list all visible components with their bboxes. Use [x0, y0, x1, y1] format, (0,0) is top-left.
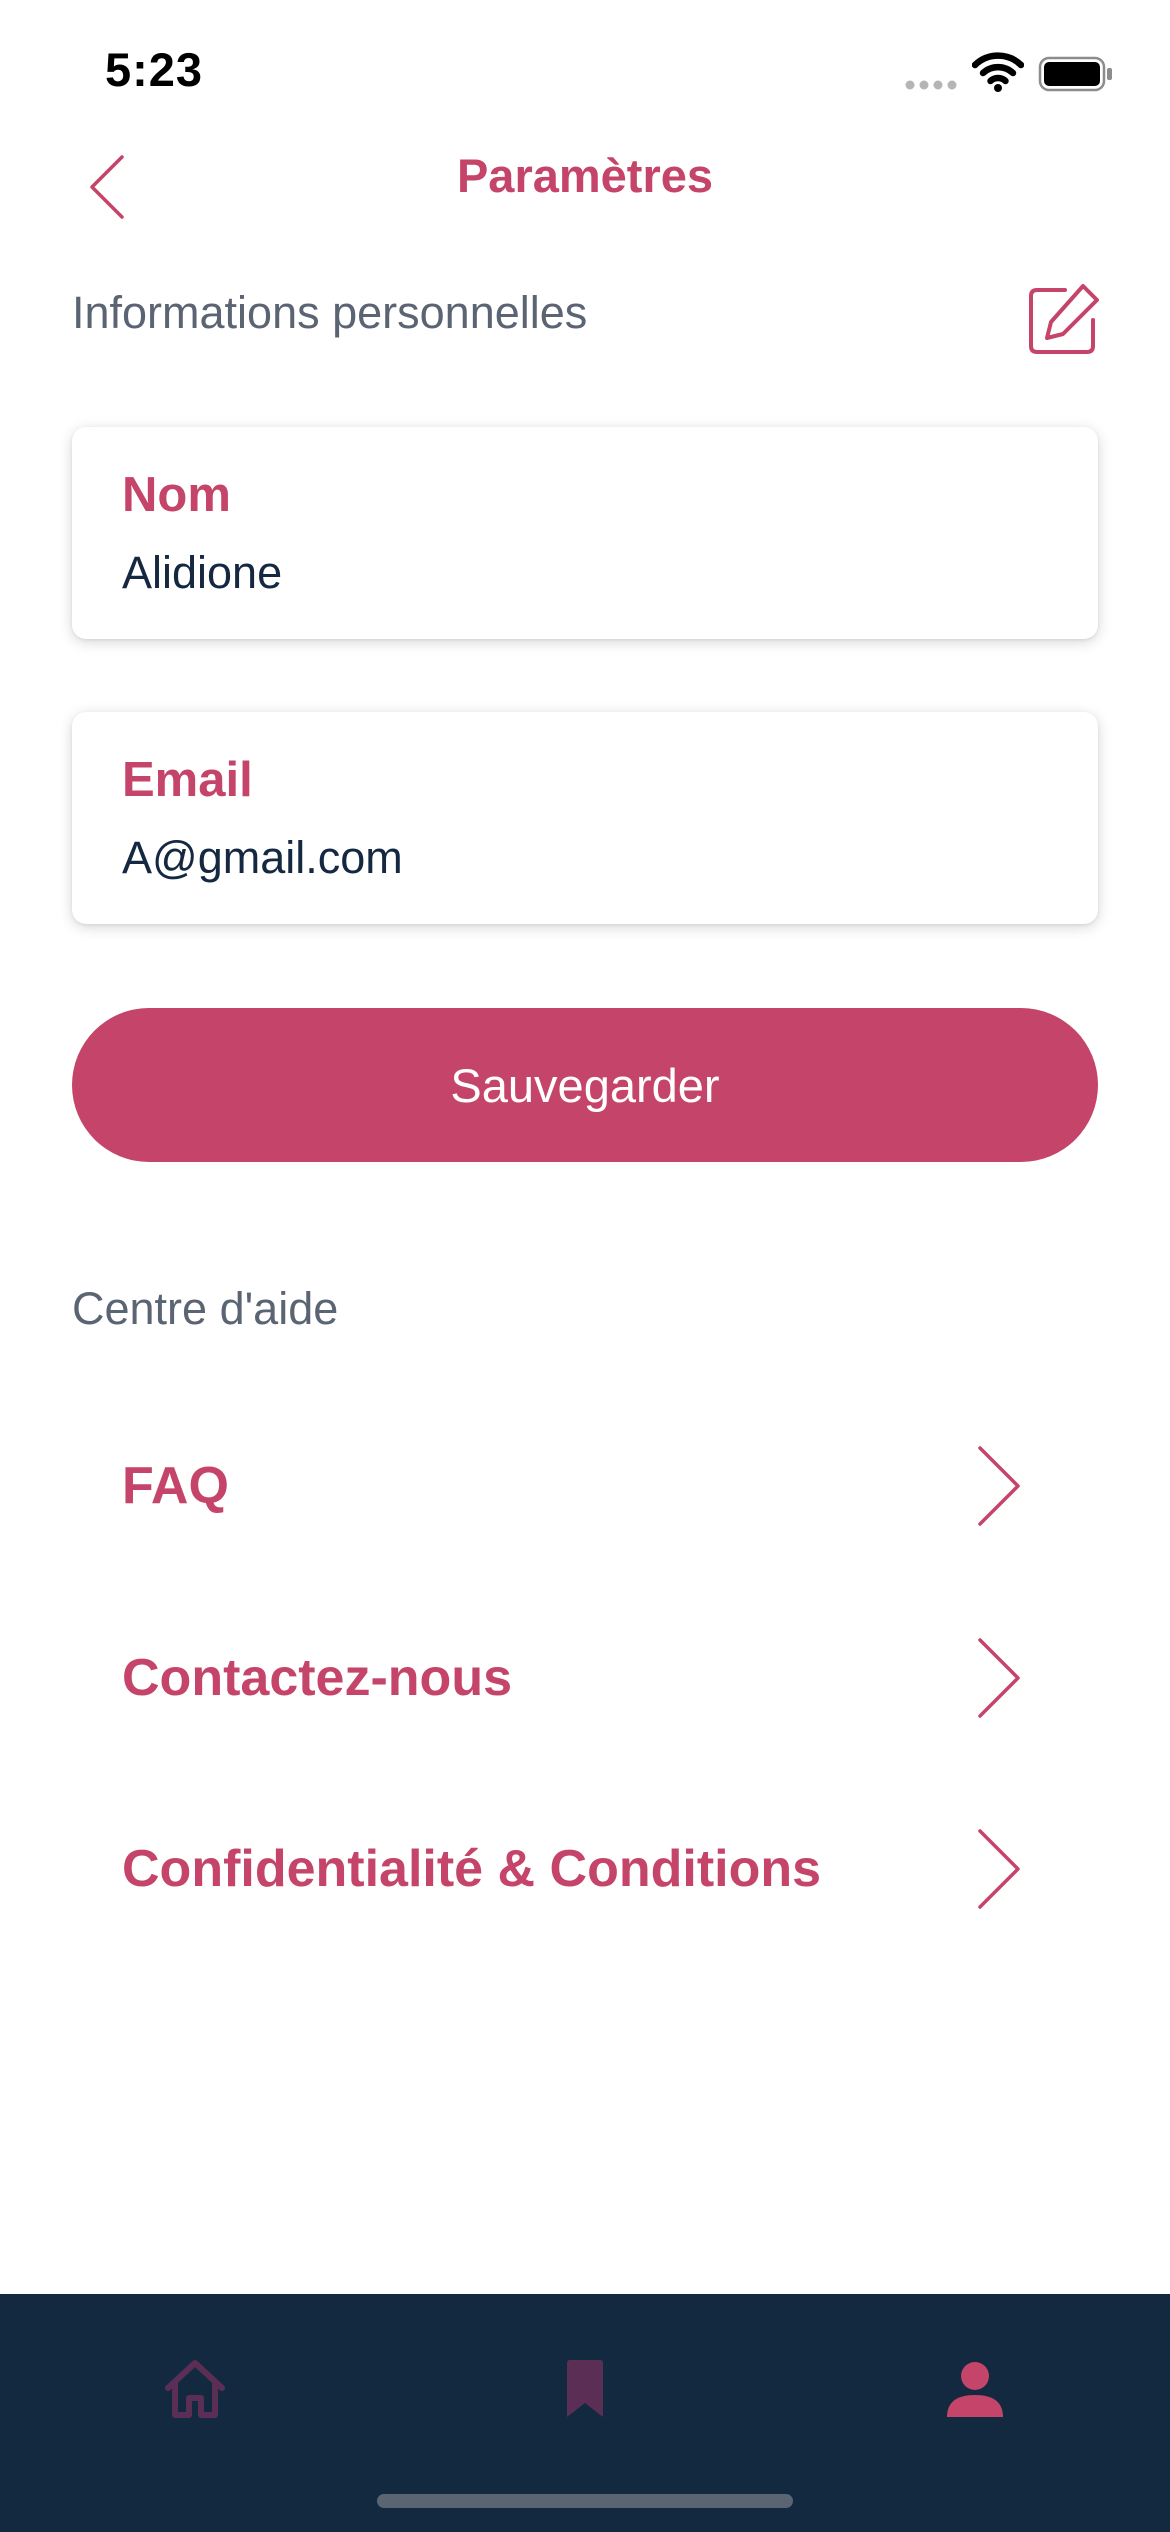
save-button[interactable]: Sauvegarder [72, 1008, 1098, 1162]
status-time: 5:23 [105, 43, 204, 96]
edit-button[interactable] [1025, 282, 1101, 358]
help-item-contact[interactable]: Contactez-nous [72, 1602, 1098, 1752]
profile-icon [947, 2362, 1003, 2417]
help-center-section-label: Centre d'aide [72, 1283, 339, 1334]
home-indicator [377, 2494, 793, 2508]
header: Paramètres [0, 130, 1170, 230]
battery-icon [1038, 56, 1112, 92]
email-field-label: Email [122, 753, 253, 807]
chevron-right-icon [978, 1638, 1020, 1718]
tab-profile[interactable] [915, 2334, 1035, 2444]
signal-icon [905, 80, 957, 90]
chevron-right-icon [978, 1446, 1020, 1526]
page-title: Paramètres [456, 149, 714, 202]
tab-bookmarks[interactable] [525, 2334, 645, 2444]
edit-icon [1029, 284, 1099, 354]
status-bar: 5:23 [0, 0, 1170, 140]
bookmark-icon [567, 2360, 603, 2417]
help-item-label: Confidentialité & Conditions [122, 1840, 822, 1898]
help-item-label: FAQ [122, 1457, 229, 1515]
name-field-card[interactable]: Nom Alidione [72, 427, 1098, 639]
email-field[interactable]: A@gmail.com [122, 832, 1042, 884]
help-item-privacy-terms[interactable]: Confidentialité & Conditions [72, 1793, 1098, 1943]
help-item-label: Contactez-nous [122, 1649, 512, 1707]
name-field-label: Nom [122, 468, 231, 522]
tab-home[interactable] [135, 2334, 255, 2444]
home-icon [165, 2360, 225, 2418]
personal-info-section-label: Informations personnelles [72, 287, 588, 338]
settings-screen: 5:23 Paramètres Informations personnelle… [0, 0, 1170, 2532]
tab-bar [0, 2294, 1170, 2532]
help-item-faq[interactable]: FAQ [72, 1410, 1098, 1560]
email-field-card[interactable]: Email A@gmail.com [72, 712, 1098, 924]
chevron-right-icon [978, 1829, 1020, 1909]
wifi-icon [972, 52, 1024, 92]
name-field[interactable]: Alidione [122, 547, 1042, 599]
